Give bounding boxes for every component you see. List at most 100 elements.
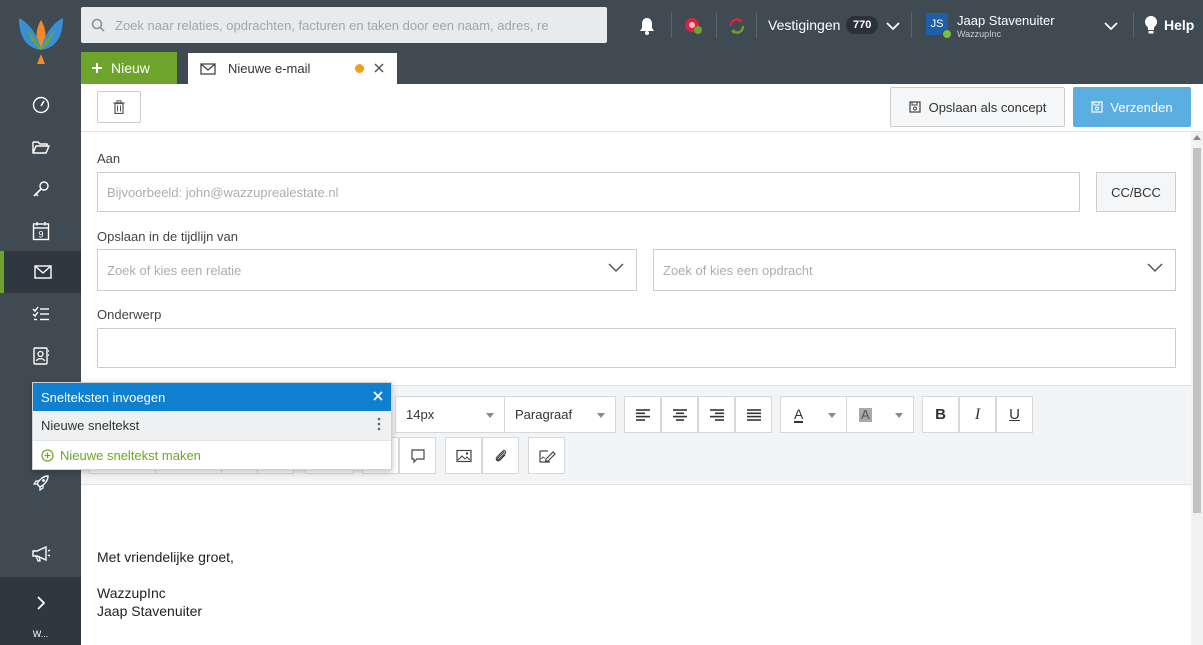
body-greeting[interactable]: Met vriendelijke groet, [97,549,234,565]
plus-icon [92,63,102,73]
mail-icon [33,265,52,279]
more-vertical-icon [377,417,381,431]
search-icon [91,18,105,32]
send-button[interactable]: Verzenden [1073,87,1191,127]
branches-dropdown[interactable] [881,14,905,38]
global-search[interactable] [81,7,607,43]
to-field[interactable] [97,172,1080,212]
signature-icon [538,449,556,463]
background-color-label: A [859,406,872,422]
save-draft-button[interactable]: Opslaan als concept [890,87,1065,127]
assignment-placeholder: Zoek of kies een opdracht [663,262,813,278]
chevron-down-icon [1104,22,1118,31]
save-icon [908,101,921,113]
paperclip-icon [495,449,506,461]
subject-input[interactable] [107,340,1175,356]
italic-button[interactable]: I [959,396,996,433]
background-color-button[interactable]: A [846,396,914,433]
chevron-right-icon [36,596,45,610]
save-draft-label: Opslaan als concept [928,99,1047,115]
user-organization: WazzupInc [957,29,1002,39]
scrollbar-thumb[interactable] [1193,148,1201,513]
popover-close-button[interactable] [373,388,383,404]
sidebar-item-email[interactable] [0,251,81,293]
comment-icon [410,448,425,463]
sync-button[interactable] [725,14,749,38]
mail-icon [200,62,216,75]
bold-button[interactable]: B [922,396,959,433]
help-label: Help [1164,17,1195,33]
insert-signature-button[interactable] [528,437,565,474]
delete-button[interactable] [97,91,141,123]
caret-down-icon [895,413,903,418]
align-left-icon [635,408,650,421]
popover-header: Snelteksten invoegen [33,383,391,411]
trash-icon [113,100,125,114]
body-company[interactable]: WazzupInc [97,585,166,601]
sidebar-item-contacts[interactable] [0,335,81,377]
tasks-icon [32,306,49,321]
search-input[interactable] [115,17,585,33]
sidebar-item-dashboard[interactable] [0,84,81,126]
comment-button[interactable] [399,437,436,474]
contacts-icon [32,347,49,365]
user-menu-dropdown[interactable] [1099,14,1123,38]
branches-label[interactable]: Vestigingen [768,17,840,33]
tab-close-button[interactable] [374,60,384,76]
underline-button[interactable]: U [996,396,1033,433]
relation-select[interactable]: Zoek of kies een relatie [97,249,637,291]
snippet-options-button[interactable] [377,417,381,434]
body-signature-name[interactable]: Jaap Stavenuiter [97,603,202,619]
rocket-icon [32,475,49,492]
assignment-select[interactable]: Zoek of kies een opdracht [653,249,1176,291]
chevron-down-icon [608,263,624,273]
align-justify-button[interactable] [735,396,772,433]
align-right-button[interactable] [698,396,735,433]
bell-icon [640,18,654,35]
tab-label: Nieuwe e-mail [228,61,311,76]
sidebar-item-marketing[interactable] [0,533,81,575]
tab-new-email[interactable]: Nieuwe e-mail [188,53,397,84]
subject-label: Onderwerp [97,307,162,322]
block-format-select[interactable]: Paragraaf [504,396,616,433]
sidebar-expand-button[interactable] [0,577,81,629]
snippets-popover: Snelteksten invoegen Nieuwe sneltekst Ni… [32,382,392,470]
app-logo[interactable] [0,0,81,84]
avatar[interactable]: JS [926,13,952,39]
block-format-value: Paragraaf [515,407,573,422]
font-size-value: 14px [406,407,435,422]
help-button[interactable]: Help [1144,15,1194,35]
align-center-button[interactable] [661,396,698,433]
attach-file-button[interactable] [482,437,519,474]
to-input[interactable] [107,184,1079,200]
font-size-select[interactable]: 14px [395,396,505,433]
insert-image-button[interactable] [445,437,482,474]
dashboard-icon [32,96,49,114]
calendar-day-text: 9 [38,230,43,240]
subject-field[interactable] [97,328,1176,368]
logo-icon [18,18,63,64]
caret-down-icon [486,413,494,418]
text-color-button[interactable]: A [780,396,847,433]
megaphone-icon [31,545,50,562]
sidebar-item-tasks[interactable] [0,293,81,335]
close-icon [373,391,383,401]
scroll-up-arrow[interactable] [1193,135,1201,140]
status-button[interactable] [681,14,705,38]
sidebar-item-assignments[interactable] [0,168,81,210]
align-center-icon [672,408,687,421]
user-name[interactable]: Jaap Stavenuiter [957,13,1055,28]
cc-bcc-button[interactable]: CC/BCC [1096,172,1176,212]
popover-title: Snelteksten invoegen [41,389,166,405]
align-left-button[interactable] [624,396,661,433]
timeline-label: Opslaan in de tijdlijn van [97,229,238,244]
snippet-item[interactable]: Nieuwe sneltekst [33,411,391,441]
separator [756,12,757,38]
sidebar-item-calendar[interactable]: 9 [0,210,81,252]
send-label: Verzenden [1110,99,1173,115]
notifications-button[interactable] [635,14,659,38]
new-button[interactable]: Nieuw [81,52,177,84]
new-snippet-button[interactable]: Nieuwe sneltekst maken [33,441,391,469]
sidebar-item-files[interactable] [0,126,81,168]
to-label: Aan [97,151,121,166]
